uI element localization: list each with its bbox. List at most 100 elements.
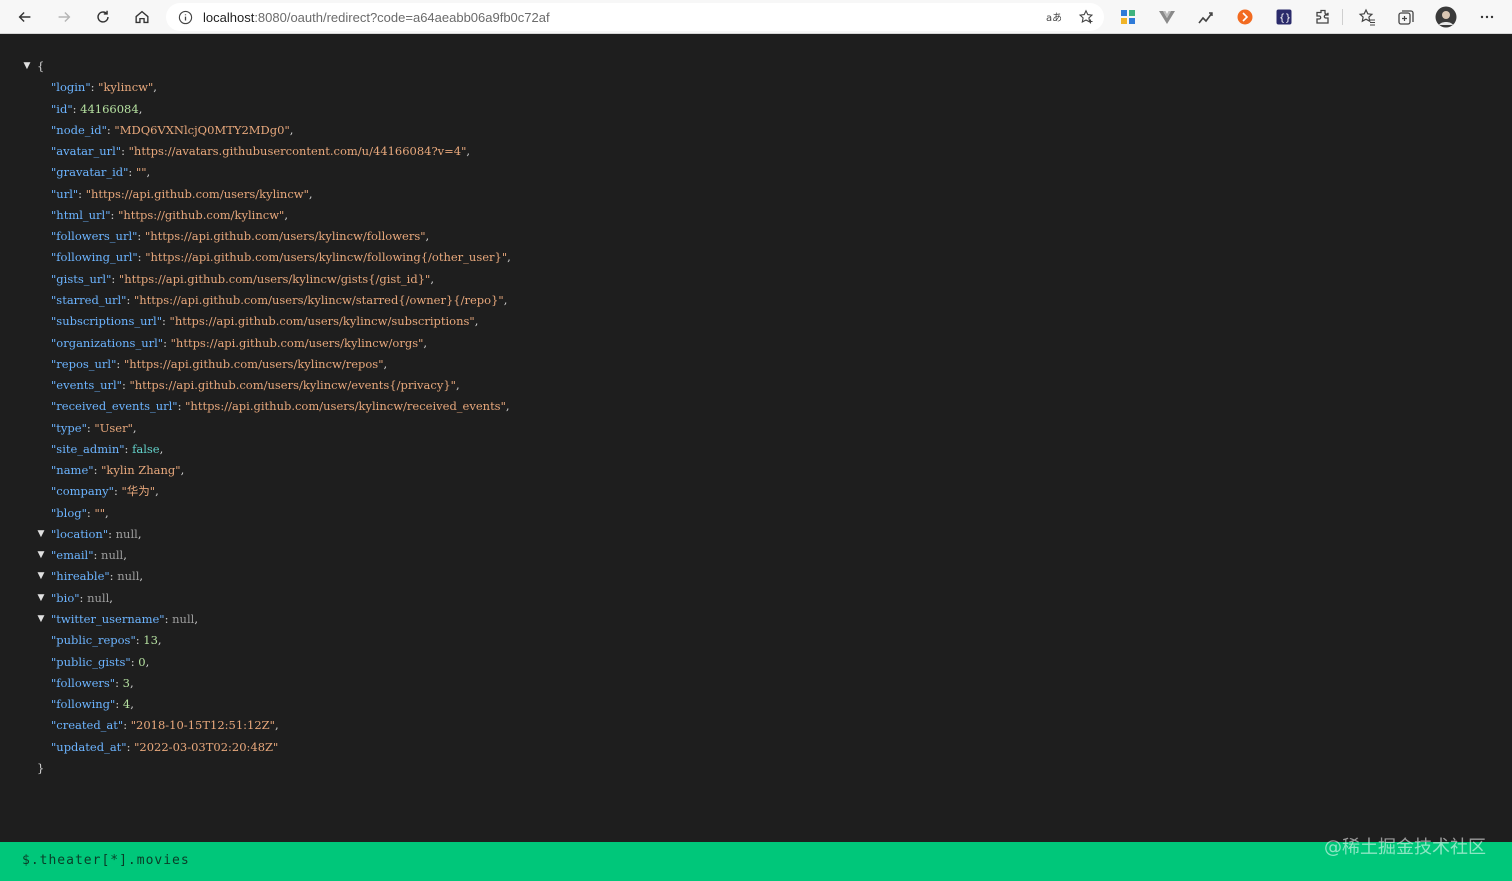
json-property: "events_url": "https://api.github.com/us…	[51, 375, 460, 395]
jsonpath-query-input[interactable]: $.theater[*].movies	[22, 853, 190, 868]
json-property: "id": 44166084,	[51, 99, 142, 119]
json-key: "followers_url"	[51, 229, 138, 244]
json-key: "organizations_url"	[51, 335, 164, 350]
comma-separator: ,	[138, 101, 143, 116]
comma-separator: ,	[132, 420, 137, 435]
forward-button[interactable]	[51, 4, 77, 30]
refresh-button[interactable]	[90, 4, 116, 30]
json-property: "updated_at": "2022-03-03T02:20:48Z"	[51, 737, 278, 757]
json-key: "public_repos"	[51, 633, 136, 648]
json-key: "node_id"	[51, 122, 107, 137]
json-property: ▼ "hireable": null,	[38, 566, 144, 586]
extension-grid-icon[interactable]	[1118, 7, 1138, 27]
json-key: "followers"	[51, 675, 116, 690]
url-text[interactable]: localhost:8080/oauth/redirect?code=a64ae…	[203, 10, 550, 25]
json-property: "starred_url": "https://api.github.com/u…	[51, 290, 507, 310]
vue-devtools-icon[interactable]	[1157, 7, 1177, 27]
collapse-toggle-icon[interactable]: ▼	[36, 529, 46, 539]
stats-extension-icon[interactable]	[1196, 7, 1216, 27]
add-favorite-icon[interactable]	[1077, 8, 1095, 26]
address-bar[interactable]: localhost:8080/oauth/redirect?code=a64ae…	[166, 3, 1104, 31]
json-value: "https://api.github.com/users/kylincw/re…	[123, 356, 384, 371]
json-value: "https://api.github.com/users/kylincw/gi…	[118, 271, 431, 286]
colon-separator: :	[79, 590, 88, 605]
json-key: "updated_at"	[51, 739, 127, 754]
colon-separator: :	[78, 186, 86, 201]
colon-separator: :	[93, 548, 102, 563]
json-value: "https://api.github.com/users/kylincw/fo…	[145, 250, 508, 265]
watermark: @稀土掘金技术社区	[1324, 837, 1486, 858]
extensions-puzzle-icon[interactable]	[1313, 7, 1333, 27]
json-property: "organizations_url": "https://api.github…	[51, 333, 427, 353]
comma-separator: ,	[466, 144, 471, 159]
home-button[interactable]	[129, 4, 155, 30]
comma-separator: ,	[153, 80, 157, 95]
json-key: "received_events_url"	[51, 399, 178, 414]
json-value: null	[172, 612, 195, 627]
json-extension-icon[interactable]: {}	[1274, 7, 1294, 27]
json-value: "https://api.github.com/users/kylincw/st…	[133, 292, 504, 307]
collapse-toggle-icon[interactable]: ▼	[36, 571, 46, 581]
json-key: "avatar_url"	[51, 144, 122, 159]
json-property: "type": "User",	[51, 418, 137, 438]
json-value: "https://github.com/kylincw"	[118, 207, 285, 222]
json-value: 44166084	[80, 101, 139, 116]
json-property: ▼ "location": null,	[38, 524, 142, 544]
comma-separator: ,	[155, 484, 159, 499]
json-key: "login"	[51, 80, 91, 95]
more-options-icon[interactable]	[1477, 7, 1497, 27]
collections-icon[interactable]	[1396, 7, 1416, 27]
colon-separator: :	[124, 441, 133, 456]
json-key: "starred_url"	[51, 292, 127, 307]
json-value: "kylincw"	[98, 80, 154, 95]
back-button[interactable]	[12, 4, 38, 30]
browser-toolbar: localhost:8080/oauth/redirect?code=a64ae…	[0, 0, 1512, 34]
comma-separator: ,	[308, 186, 313, 201]
json-property: "company": "华为",	[51, 481, 159, 501]
json-value: "MDQ6VXNlcjQ0MTY2MDg0"	[114, 122, 290, 137]
comma-separator: ,	[159, 441, 164, 456]
json-property: "public_gists": 0,	[51, 652, 149, 672]
json-value: "https://avatars.githubusercontent.com/u…	[128, 144, 467, 159]
json-value: 13	[143, 633, 158, 648]
comma-separator: ,	[109, 590, 113, 605]
comma-separator: ,	[503, 292, 508, 307]
json-value: null	[117, 569, 140, 584]
collapse-toggle-icon[interactable]: ▼	[36, 550, 46, 560]
colon-separator: :	[116, 356, 124, 371]
profile-avatar-icon[interactable]	[1435, 6, 1457, 28]
collapse-toggle-icon[interactable]: ▼	[22, 61, 32, 71]
translate-icon[interactable]: aあ	[1044, 8, 1062, 26]
url-path: :8080/oauth/redirect?code=a64aeabb06a9fb…	[254, 9, 550, 25]
json-property: "public_repos": 13,	[51, 630, 162, 650]
json-key: "bio"	[51, 590, 80, 605]
query-bar: $.theater[*].movies @稀土掘金技术社区	[0, 837, 1512, 881]
info-icon[interactable]	[177, 9, 193, 25]
collapse-toggle-icon[interactable]: ▼	[36, 614, 46, 624]
comma-separator: ,	[284, 207, 288, 222]
colon-separator: :	[162, 314, 170, 329]
home-icon	[135, 10, 149, 24]
json-value: ""	[94, 505, 106, 520]
comma-separator: ,	[455, 378, 460, 393]
json-value: "https://api.github.com/users/kylincw"	[85, 186, 309, 201]
json-property: "gravatar_id": "",	[51, 162, 150, 182]
comma-separator: ,	[157, 633, 162, 648]
comma-separator: ,	[130, 697, 134, 712]
colon-separator: :	[126, 292, 134, 307]
svg-text:aあ: aあ	[1046, 12, 1061, 24]
orange-extension-icon[interactable]	[1235, 7, 1255, 27]
json-value: "https://api.github.com/users/kylincw/or…	[170, 335, 424, 350]
json-property: ▼ "email": null,	[38, 545, 127, 565]
favorites-icon[interactable]	[1357, 7, 1377, 27]
colon-separator: :	[164, 612, 173, 627]
json-key: "url"	[51, 186, 79, 201]
comma-separator: ,	[425, 229, 430, 244]
comma-separator: ,	[423, 335, 428, 350]
json-value: 0	[138, 654, 146, 669]
json-property: "blog": "",	[51, 503, 109, 523]
collapse-toggle-icon[interactable]: ▼	[36, 593, 46, 603]
json-value: "2018-10-15T12:51:12Z"	[130, 718, 275, 733]
json-value: false	[132, 441, 160, 456]
json-property: "created_at": "2018-10-15T12:51:12Z",	[51, 715, 279, 735]
